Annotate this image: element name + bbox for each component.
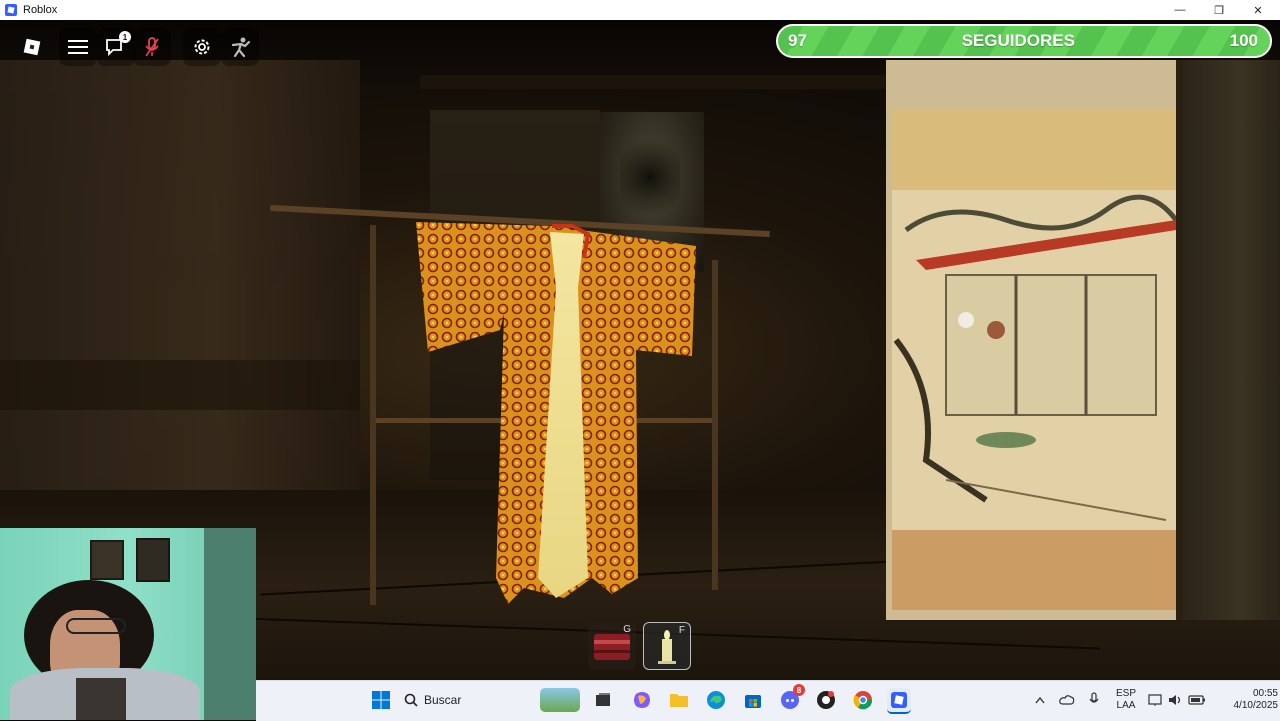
search-icon bbox=[404, 693, 418, 707]
chat-unread-badge: 1 bbox=[119, 31, 131, 43]
speaker-icon bbox=[1169, 695, 1181, 705]
clock[interactable]: 00:55 4/10/2025 bbox=[1218, 688, 1279, 712]
cloud-icon bbox=[1059, 695, 1075, 705]
microphone-muted-icon bbox=[145, 37, 159, 57]
widgets-weather-button[interactable] bbox=[540, 688, 580, 712]
webcam-overlay bbox=[0, 528, 256, 720]
roblox-app-icon bbox=[5, 4, 17, 16]
ceiling-beam bbox=[419, 75, 901, 89]
folder-icon bbox=[670, 694, 688, 707]
task-view-button[interactable] bbox=[591, 688, 615, 712]
person-glasses bbox=[66, 618, 126, 634]
clock-date: 4/10/2025 bbox=[1233, 700, 1279, 711]
kimono-rack-left-post bbox=[370, 225, 376, 605]
language-indicator[interactable]: ESP LAA bbox=[1112, 688, 1140, 712]
followers-current-count: 97 bbox=[788, 31, 807, 50]
microphone-tray-button[interactable] bbox=[1083, 688, 1105, 712]
gear-icon bbox=[194, 39, 210, 55]
show-hidden-icons-button[interactable] bbox=[1030, 688, 1050, 712]
network-icon bbox=[1148, 694, 1162, 706]
wall-poster bbox=[90, 540, 124, 580]
hotbar-slot-g[interactable]: G bbox=[588, 622, 636, 670]
store-icon bbox=[745, 695, 761, 708]
clock-time: 00:55 bbox=[1252, 688, 1278, 699]
language-code: ESP bbox=[1115, 688, 1136, 699]
settings-button[interactable] bbox=[183, 28, 221, 66]
battery-tray-button[interactable] bbox=[1186, 688, 1208, 712]
chrome-icon bbox=[853, 691, 873, 710]
maximize-button[interactable]: ❐ bbox=[1199, 0, 1239, 20]
task-view-icon bbox=[596, 693, 610, 706]
hamburger-menu-button[interactable] bbox=[59, 28, 97, 66]
left-wall bbox=[0, 60, 360, 540]
followers-goal-count: 100 bbox=[1229, 31, 1258, 50]
kimono-on-rack[interactable] bbox=[412, 218, 700, 604]
microsoft-store-button[interactable] bbox=[741, 688, 765, 712]
hotbar-slot-f[interactable]: F bbox=[643, 622, 691, 670]
obs-record-icon bbox=[817, 691, 835, 709]
hotbar-key-label: F bbox=[678, 625, 685, 636]
window-title: Roblox bbox=[23, 4, 58, 16]
chevron-up-icon bbox=[1035, 696, 1045, 704]
file-explorer-button[interactable] bbox=[667, 688, 691, 712]
kimono-rack-right-post bbox=[712, 260, 718, 590]
discord-button[interactable]: 8 bbox=[778, 684, 805, 712]
roblox-icon bbox=[891, 692, 907, 708]
person-shirt bbox=[76, 678, 126, 720]
network-tray-button[interactable] bbox=[1146, 688, 1166, 712]
minimize-button[interactable]: — bbox=[1160, 0, 1200, 20]
volume-tray-button[interactable] bbox=[1166, 688, 1186, 712]
roblox-logo-icon bbox=[23, 38, 41, 56]
microphone-icon bbox=[1089, 692, 1099, 703]
hamburger-icon bbox=[68, 40, 88, 54]
search-placeholder: Buscar bbox=[424, 693, 462, 707]
roblox-menu-logo-button[interactable] bbox=[13, 28, 51, 66]
hotbar-key-label: G bbox=[623, 624, 631, 635]
battery-icon bbox=[1188, 695, 1205, 705]
edge-icon bbox=[707, 691, 725, 709]
windows-start-button[interactable] bbox=[369, 688, 393, 712]
emote-button[interactable] bbox=[221, 28, 259, 66]
onedrive-tray-button[interactable] bbox=[1056, 688, 1078, 712]
chat-button[interactable]: 1 bbox=[97, 28, 135, 66]
window-titlebar: Roblox bbox=[0, 0, 1280, 21]
emote-figure-icon bbox=[231, 37, 251, 58]
folding-screen-painting bbox=[886, 60, 1182, 620]
copilot-icon bbox=[634, 692, 650, 708]
chrome-button[interactable] bbox=[851, 688, 875, 712]
microphone-button[interactable] bbox=[133, 28, 171, 66]
close-button[interactable]: ✕ bbox=[1238, 0, 1278, 20]
edge-browser-button[interactable] bbox=[704, 688, 728, 712]
followers-progress-bar: 97 SEGUIDORES 100 bbox=[776, 24, 1272, 58]
obs-button[interactable] bbox=[814, 688, 838, 712]
wall-poster bbox=[136, 538, 170, 582]
right-wall bbox=[1182, 60, 1280, 620]
roblox-taskbar-button[interactable] bbox=[887, 688, 911, 714]
followers-label: SEGUIDORES bbox=[961, 31, 1075, 50]
windows-logo-icon bbox=[372, 691, 390, 709]
discord-notification-badge: 8 bbox=[793, 684, 805, 696]
keyboard-layout: LAA bbox=[1116, 700, 1136, 711]
copilot-button[interactable] bbox=[630, 688, 654, 712]
